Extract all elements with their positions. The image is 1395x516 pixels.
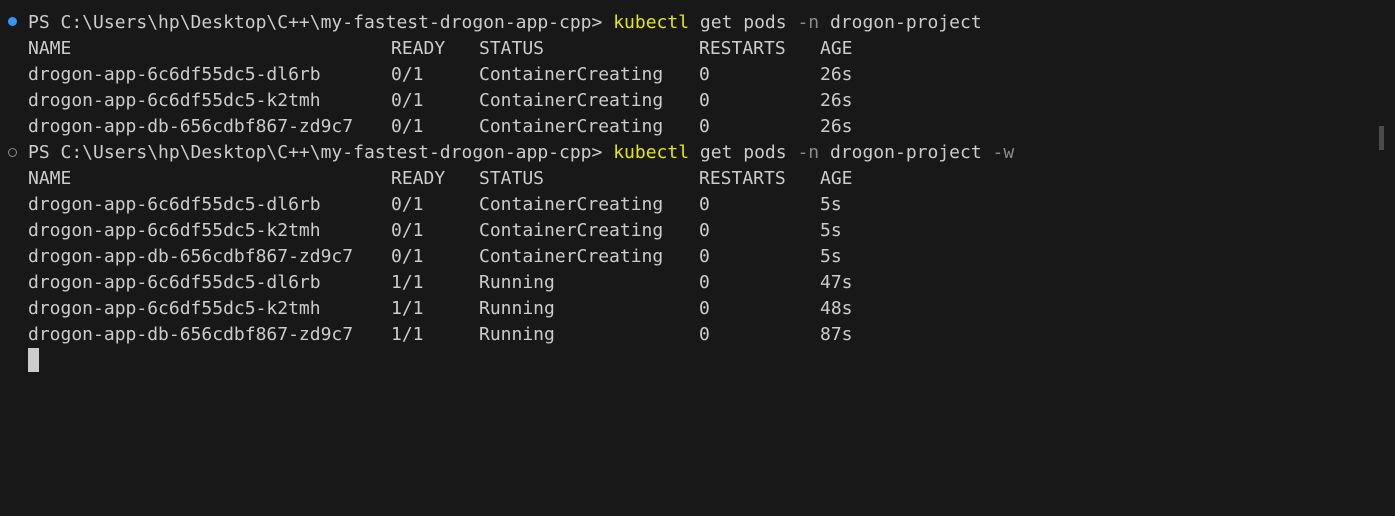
pod-status: ContainerCreating [479, 220, 664, 241]
pod-restarts: 0 [699, 298, 710, 319]
prompt-path: PS C:\Users\hp\Desktop\C++\my-fastest-dr… [28, 12, 614, 33]
command-flag: -n [797, 12, 820, 33]
pod-age: 26s [820, 64, 853, 85]
table-row: drogon-app-6c6df55dc5-dl6rb 0/1 Containe… [28, 62, 853, 88]
pod-age: 26s [820, 116, 853, 137]
command-running-decoration-icon[interactable] [8, 148, 17, 157]
pod-status: Running [479, 272, 555, 293]
pod-restarts: 0 [699, 246, 710, 267]
prompt-line: PS C:\Users\hp\Desktop\C++\my-fastest-dr… [28, 140, 1014, 166]
command-args: get pods [689, 142, 798, 163]
header-ready: READY [391, 38, 446, 59]
pod-ready: 0/1 [391, 64, 424, 85]
header-ready: READY [391, 168, 446, 189]
pod-status: ContainerCreating [479, 194, 664, 215]
table-row: drogon-app-db-656cdbf867-zd9c7 1/1 Runni… [28, 322, 853, 348]
pod-name: drogon-app-db-656cdbf867-zd9c7 [28, 324, 354, 345]
pod-ready: 0/1 [391, 194, 424, 215]
prompt-path: PS C:\Users\hp\Desktop\C++\my-fastest-dr… [28, 142, 614, 163]
pod-age: 5s [820, 194, 842, 215]
command-flag: -n [797, 142, 820, 163]
pod-status: Running [479, 298, 555, 319]
terminal-cursor [28, 348, 39, 372]
table-row: drogon-app-db-656cdbf867-zd9c7 0/1 Conta… [28, 244, 842, 270]
pod-status: ContainerCreating [479, 64, 664, 85]
pod-restarts: 0 [699, 116, 710, 137]
table-row: drogon-app-db-656cdbf867-zd9c7 0/1 Conta… [28, 114, 853, 140]
pod-age: 87s [820, 324, 853, 345]
header-status: STATUS [479, 168, 545, 189]
pod-status: ContainerCreating [479, 246, 664, 267]
pod-name: drogon-app-6c6df55dc5-dl6rb [28, 272, 321, 293]
pod-restarts: 0 [699, 324, 710, 345]
pod-name: drogon-app-db-656cdbf867-zd9c7 [28, 116, 354, 137]
command-watch-flag: -w [992, 142, 1015, 163]
pod-age: 26s [820, 90, 853, 111]
terminal[interactable]: PS C:\Users\hp\Desktop\C++\my-fastest-dr… [0, 0, 1395, 516]
pod-status: ContainerCreating [479, 90, 664, 111]
pod-age: 47s [820, 272, 853, 293]
table-header: NAME READY STATUS RESTARTS AGE [28, 36, 853, 62]
pod-name: drogon-app-db-656cdbf867-zd9c7 [28, 246, 354, 267]
command-success-decoration-icon[interactable] [8, 17, 17, 26]
pod-restarts: 0 [699, 64, 710, 85]
header-age: AGE [820, 38, 853, 59]
table-row: drogon-app-6c6df55dc5-dl6rb 0/1 Containe… [28, 192, 842, 218]
command-name: kubectl [613, 142, 690, 163]
pod-ready: 1/1 [391, 298, 424, 319]
pod-name: drogon-app-6c6df55dc5-k2tmh [28, 90, 321, 111]
command-name: kubectl [613, 12, 690, 33]
table-row: drogon-app-6c6df55dc5-k2tmh 0/1 Containe… [28, 88, 853, 114]
pod-name: drogon-app-6c6df55dc5-dl6rb [28, 194, 321, 215]
pod-ready: 0/1 [391, 116, 424, 137]
table-header: NAME READY STATUS RESTARTS AGE [28, 166, 853, 192]
pod-age: 5s [820, 246, 842, 267]
header-age: AGE [820, 168, 853, 189]
pod-ready: 0/1 [391, 246, 424, 267]
pod-ready: 1/1 [391, 272, 424, 293]
command-args: get pods [689, 12, 798, 33]
command-args-rest: drogon-project [819, 12, 982, 33]
pod-restarts: 0 [699, 90, 710, 111]
pod-ready: 1/1 [391, 324, 424, 345]
command-args-rest: drogon-project [819, 142, 993, 163]
pod-restarts: 0 [699, 220, 710, 241]
header-restarts: RESTARTS [699, 168, 786, 189]
pod-name: drogon-app-6c6df55dc5-k2tmh [28, 220, 321, 241]
pod-ready: 0/1 [391, 220, 424, 241]
pod-ready: 0/1 [391, 90, 424, 111]
prompt-line: PS C:\Users\hp\Desktop\C++\my-fastest-dr… [28, 10, 982, 36]
pod-restarts: 0 [699, 272, 710, 293]
table-row: drogon-app-6c6df55dc5-k2tmh 0/1 Containe… [28, 218, 842, 244]
header-restarts: RESTARTS [699, 38, 786, 59]
header-status: STATUS [479, 38, 545, 59]
table-row: drogon-app-6c6df55dc5-dl6rb 1/1 Running … [28, 270, 853, 296]
pod-status: Running [479, 324, 555, 345]
table-row: drogon-app-6c6df55dc5-k2tmh 1/1 Running … [28, 296, 853, 322]
pod-restarts: 0 [699, 194, 710, 215]
pod-age: 5s [820, 220, 842, 241]
header-name: NAME [28, 38, 72, 59]
pod-name: drogon-app-6c6df55dc5-dl6rb [28, 64, 321, 85]
header-name: NAME [28, 168, 72, 189]
pod-age: 48s [820, 298, 853, 319]
pod-name: drogon-app-6c6df55dc5-k2tmh [28, 298, 321, 319]
scrollbar-thumb[interactable] [1379, 126, 1384, 150]
pod-status: ContainerCreating [479, 116, 664, 137]
